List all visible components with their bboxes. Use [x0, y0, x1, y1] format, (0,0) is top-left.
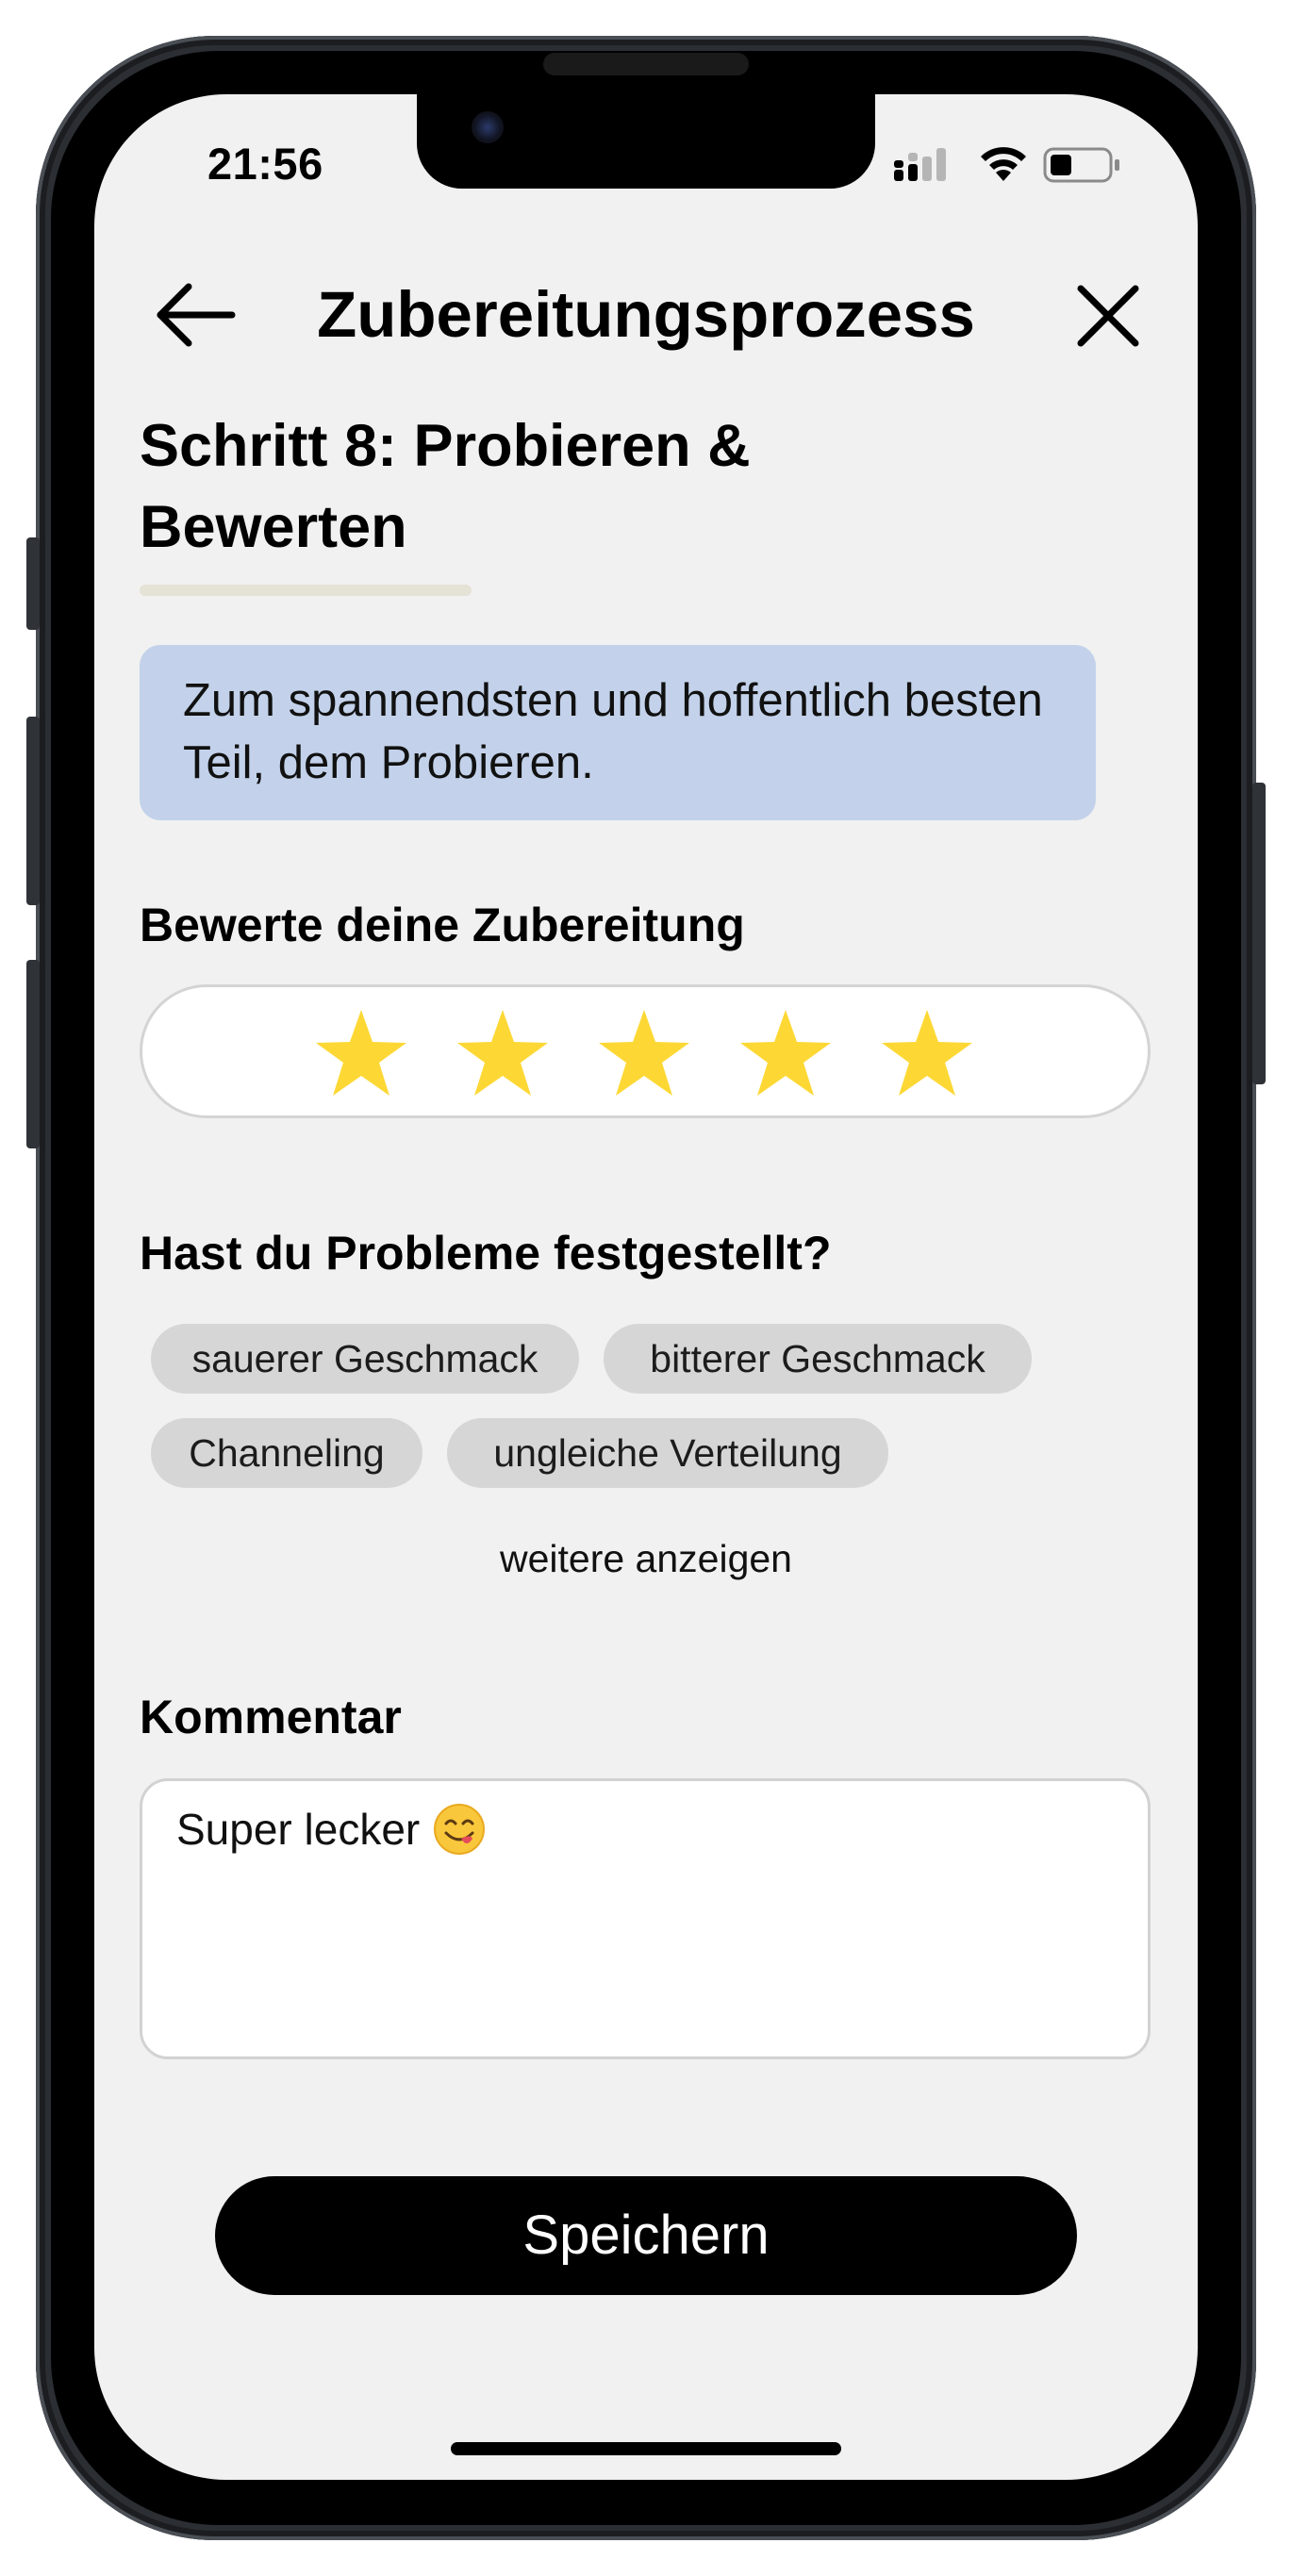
page-title: Zubereitungsprozess	[317, 278, 975, 351]
side-button-silent	[26, 537, 40, 630]
rating-label: Bewerte deine Zubereitung	[140, 899, 745, 951]
side-button-volume-down	[26, 960, 40, 1148]
problem-chip[interactable]: ungleiche Verteilung	[447, 1418, 888, 1488]
problem-chip[interactable]: sauerer Geschmack	[151, 1324, 579, 1394]
problem-chip[interactable]: bitterer Geschmack	[604, 1324, 1032, 1394]
status-time: 21:56	[207, 139, 323, 189]
star-icon[interactable]	[456, 1008, 550, 1098]
close-icon	[1077, 285, 1139, 347]
side-button-power	[1252, 783, 1266, 1084]
star-icon[interactable]	[880, 1008, 974, 1098]
home-indicator	[451, 2442, 841, 2455]
side-button-volume-up	[26, 717, 40, 905]
app-screen: 21:56 Zubereitungsprozess Schritt 8: Pro…	[94, 94, 1198, 2480]
step-title: Schritt 8: Probieren & Bewerten	[140, 413, 751, 560]
save-button[interactable]: Speichern	[215, 2176, 1077, 2295]
face-savoring-food-icon	[434, 1803, 486, 1855]
arrow-left-icon	[157, 283, 236, 347]
comment-text: Super lecker	[176, 1805, 421, 1854]
earpiece-speaker	[543, 53, 749, 75]
front-camera	[472, 111, 504, 143]
battery-icon	[1043, 147, 1119, 183]
star-icon[interactable]	[738, 1008, 833, 1098]
comment-textarea[interactable]: Super lecker	[140, 1778, 1151, 2059]
back-button[interactable]	[151, 270, 241, 360]
problem-chip[interactable]: Channeling	[151, 1418, 422, 1488]
problems-label: Hast du Probleme festgestellt?	[140, 1227, 832, 1280]
close-button[interactable]	[1066, 270, 1151, 360]
show-more-link[interactable]: weitere anzeigen	[94, 1537, 1198, 1581]
notch	[417, 94, 875, 189]
star-rating[interactable]	[140, 984, 1151, 1118]
title-underline	[140, 585, 472, 596]
star-icon[interactable]	[314, 1008, 408, 1098]
star-icon[interactable]	[597, 1008, 691, 1098]
info-box: Zum spannendsten und hoffentlich besten …	[140, 645, 1096, 820]
wifi-icon	[981, 147, 1026, 181]
comment-label: Kommentar	[140, 1691, 402, 1743]
